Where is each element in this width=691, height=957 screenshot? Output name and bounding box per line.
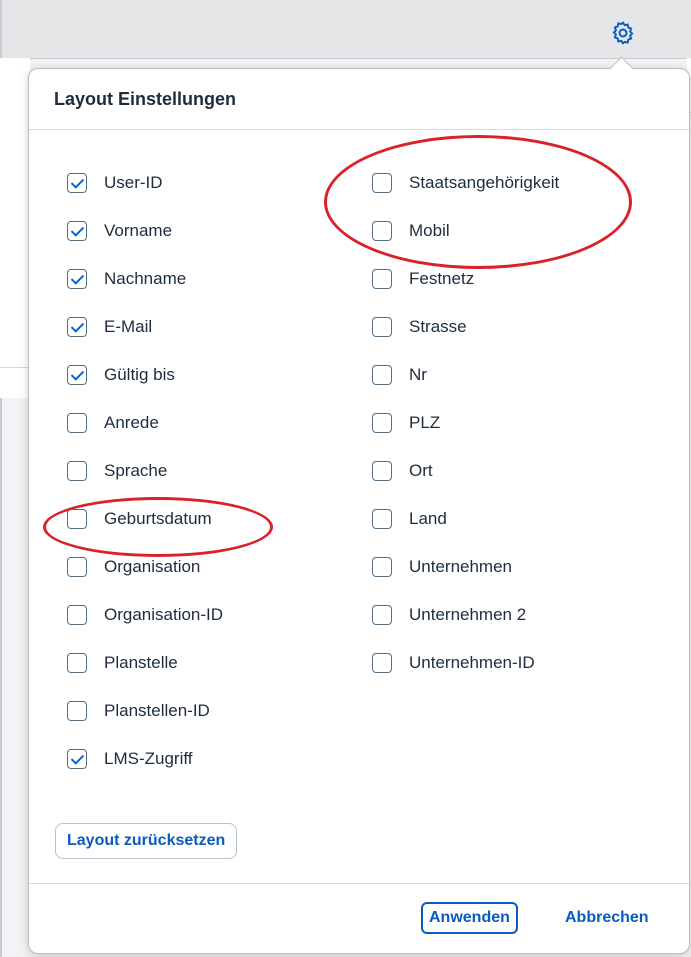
checkbox-item[interactable]: Staatsangehörigkeit [372, 159, 672, 207]
checkbox-checked[interactable] [67, 317, 87, 337]
checkbox-item[interactable]: Unternehmen-ID [372, 639, 672, 687]
checkbox-unchecked[interactable] [372, 317, 392, 337]
checkbox-item[interactable]: Anrede [67, 399, 367, 447]
checkbox-item[interactable]: Sprache [67, 447, 367, 495]
checkbox-label: Anrede [104, 413, 159, 432]
checkbox-unchecked[interactable] [372, 413, 392, 433]
cancel-button[interactable]: Abbrechen [559, 902, 655, 934]
checkbox-unchecked[interactable] [67, 557, 87, 577]
checkbox-label: Organisation [104, 557, 201, 576]
checkbox-unchecked[interactable] [67, 413, 87, 433]
checkbox-unchecked[interactable] [372, 365, 392, 385]
checkbox-item[interactable]: Ort [372, 447, 672, 495]
checkbox-unchecked[interactable] [372, 557, 392, 577]
checkbox-label: E-Mail [104, 317, 153, 336]
checkbox-checked[interactable] [67, 365, 87, 385]
checkbox-item[interactable]: Planstellen-ID [67, 687, 367, 735]
checkbox-label: Unternehmen-ID [409, 653, 535, 672]
dialog-footer: Anwenden Abbrechen [29, 883, 689, 954]
checkbox-item[interactable]: Land [372, 495, 672, 543]
checkbox-label: Nr [409, 365, 427, 384]
checkbox-label: Mobil [409, 221, 450, 240]
left-column: User-ID Vorname Nachname E-Mail Gültig bis An… [67, 159, 367, 783]
checkbox-unchecked[interactable] [67, 653, 87, 673]
checkbox-label: Planstellen-ID [104, 701, 210, 720]
checkbox-checked[interactable] [67, 173, 87, 193]
checkbox-unchecked[interactable] [67, 461, 87, 481]
dialog-title: Layout Einstellungen [54, 89, 237, 109]
gear-icon[interactable] [610, 20, 636, 46]
checkbox-item[interactable]: User-ID [67, 159, 367, 207]
checkbox-checked[interactable] [67, 749, 87, 769]
checkbox-item[interactable]: Unternehmen [372, 543, 672, 591]
checkbox-item[interactable]: Planstelle [67, 639, 367, 687]
checkbox-label: Sprache [104, 461, 168, 480]
top-bar [0, 0, 691, 59]
checkbox-unchecked[interactable] [372, 509, 392, 529]
checkbox-unchecked[interactable] [372, 461, 392, 481]
layout-settings-dialog: Layout Einstellungen User-ID Vorname Nachn… [28, 56, 690, 954]
checkbox-item[interactable]: Geburtsdatum [67, 495, 367, 543]
checkbox-item[interactable]: LMS-Zugriff [67, 735, 367, 783]
checkbox-label: Gültig bis [104, 365, 175, 384]
checkbox-label: Organisation-ID [104, 605, 224, 624]
checkbox-label: PLZ [409, 413, 441, 432]
checkbox-unchecked[interactable] [372, 269, 392, 289]
checkbox-item[interactable]: Festnetz [372, 255, 672, 303]
checkbox-label: Planstelle [104, 653, 178, 672]
checkbox-checked[interactable] [67, 221, 87, 241]
checkbox-label: Vorname [104, 221, 173, 240]
checkbox-item[interactable]: PLZ [372, 399, 672, 447]
checkbox-item[interactable]: Organisation [67, 543, 367, 591]
checkbox-checked[interactable] [67, 269, 87, 289]
checkbox-label: Strasse [409, 317, 467, 336]
reset-layout-button[interactable]: Layout zurücksetzen [55, 823, 238, 859]
checkbox-unchecked[interactable] [67, 701, 87, 721]
checkbox-label: Geburtsdatum [104, 509, 212, 528]
right-column: Staatsangehörigkeit Mobil Festnetz Strasse N… [372, 159, 672, 687]
checkbox-item[interactable]: Mobil [372, 207, 672, 255]
checkbox-unchecked[interactable] [372, 653, 392, 673]
apply-button[interactable]: Anwenden [421, 902, 518, 934]
checkbox-label: Unternehmen 2 [409, 605, 527, 624]
checkbox-unchecked[interactable] [372, 605, 392, 625]
dialog-header: Layout Einstellungen [29, 69, 689, 130]
checkbox-item[interactable]: Nachname [67, 255, 367, 303]
checkbox-unchecked[interactable] [372, 173, 392, 193]
checkbox-item[interactable]: Strasse [372, 303, 672, 351]
background-panel [0, 58, 30, 398]
checkbox-label: Staatsangehörigkeit [409, 173, 560, 192]
checkbox-unchecked[interactable] [67, 605, 87, 625]
checkbox-unchecked[interactable] [67, 509, 87, 529]
checkbox-label: Ort [409, 461, 433, 480]
checkbox-label: Festnetz [409, 269, 475, 288]
checkbox-unchecked[interactable] [372, 221, 392, 241]
checkbox-item[interactable]: Unternehmen 2 [372, 591, 672, 639]
checkbox-label: LMS-Zugriff [104, 749, 193, 768]
checkbox-item[interactable]: Gültig bis [67, 351, 367, 399]
checkbox-label: Nachname [104, 269, 187, 288]
checkbox-item[interactable]: Nr [372, 351, 672, 399]
checkbox-item[interactable]: Organisation-ID [67, 591, 367, 639]
checkbox-item[interactable]: Vorname [67, 207, 367, 255]
checkbox-item[interactable]: E-Mail [67, 303, 367, 351]
checkbox-label: Land [409, 509, 447, 528]
checkbox-label: User-ID [104, 173, 163, 192]
checkbox-label: Unternehmen [409, 557, 513, 576]
background-divider [0, 367, 30, 368]
